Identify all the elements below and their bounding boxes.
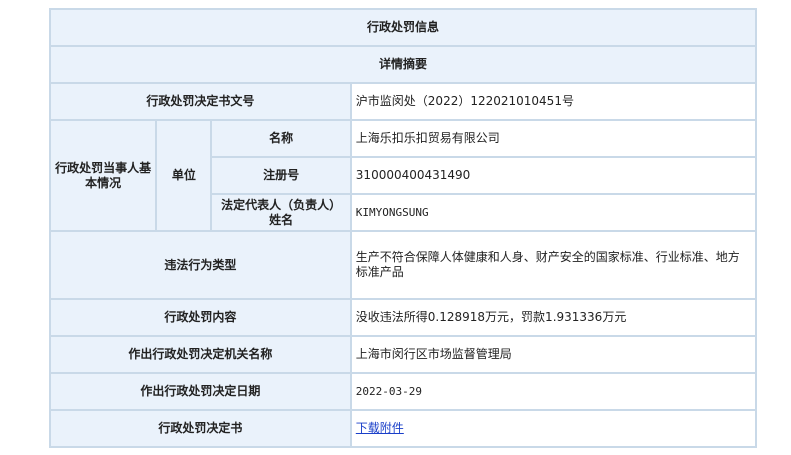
authority-value: 上海市闵行区市场监督管理局 [351, 337, 755, 372]
decision-no-label: 行政处罚决定书文号 [51, 84, 350, 119]
decision-doc-cell: 下载附件 [351, 411, 755, 446]
penalty-info-table: 行政处罚信息 详情摘要 行政处罚决定书文号 沪市监闵处（2022）1220210… [49, 8, 757, 448]
download-attachment-link[interactable]: 下载附件 [356, 421, 404, 435]
penalty-info-panel: 行政处罚信息 详情摘要 行政处罚决定书文号 沪市监闵处（2022）1220210… [49, 8, 757, 448]
table-title: 行政处罚信息 [51, 10, 755, 45]
party-name-label: 名称 [212, 121, 350, 156]
decision-date-label: 作出行政处罚决定日期 [51, 374, 350, 409]
decision-date-value: 2022-03-29 [351, 374, 755, 409]
decision-doc-label: 行政处罚决定书 [51, 411, 350, 446]
violation-type-label: 违法行为类型 [51, 232, 350, 298]
violation-type-value: 生产不符合保障人体健康和人身、财产安全的国家标准、行业标准、地方标准产品 [351, 232, 755, 298]
penalty-content-label: 行政处罚内容 [51, 300, 350, 335]
table-subtitle: 详情摘要 [51, 47, 755, 82]
party-name-value: 上海乐扣乐扣贸易有限公司 [351, 121, 755, 156]
reg-no-label: 注册号 [212, 158, 350, 193]
decision-no-value: 沪市监闵处（2022）122021010451号 [351, 84, 755, 119]
reg-no-value: 310000400431490 [351, 158, 755, 193]
legal-rep-label: 法定代表人（负责人）姓名 [212, 195, 350, 230]
party-info-label: 行政处罚当事人基本情况 [51, 121, 156, 230]
party-type-label: 单位 [157, 121, 211, 230]
legal-rep-value: KIMYONGSUNG [351, 195, 755, 230]
penalty-content-value: 没收违法所得0.128918万元，罚款1.931336万元 [351, 300, 755, 335]
authority-label: 作出行政处罚决定机关名称 [51, 337, 350, 372]
